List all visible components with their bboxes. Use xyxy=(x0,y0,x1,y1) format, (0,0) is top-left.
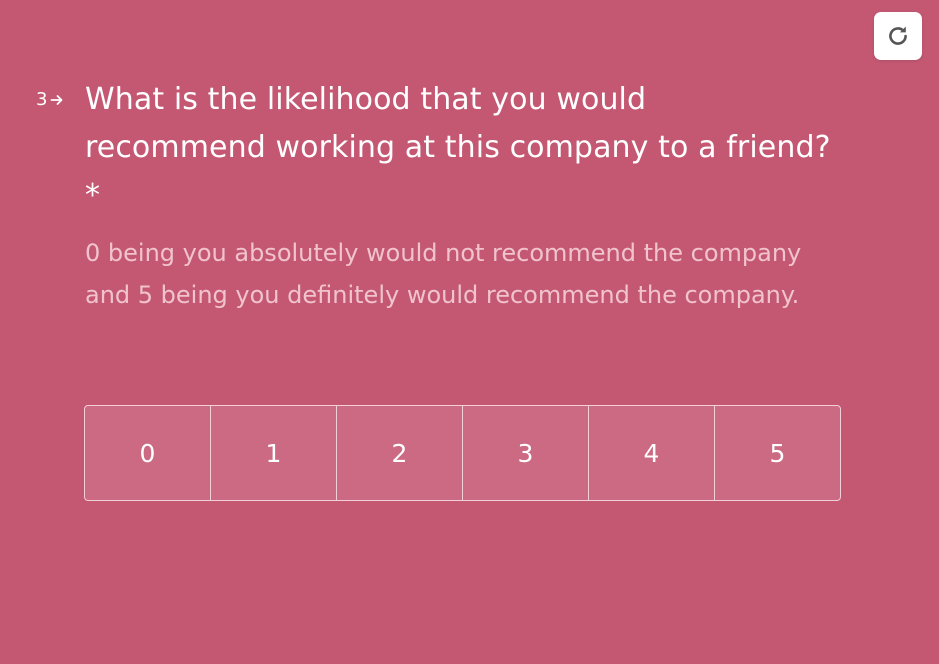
scale-option-2[interactable]: 2 xyxy=(337,406,463,500)
scale-option-4[interactable]: 4 xyxy=(589,406,715,500)
arrow-right-icon xyxy=(50,93,64,107)
scale-option-3[interactable]: 3 xyxy=(463,406,589,500)
scale-option-0[interactable]: 0 xyxy=(85,406,211,500)
question-number: 3 xyxy=(36,89,64,111)
opinion-scale: 0 1 2 3 4 5 xyxy=(84,405,841,501)
reload-icon xyxy=(885,23,911,49)
question-number-label: 3 xyxy=(36,89,48,110)
reload-button[interactable] xyxy=(874,12,922,60)
question-description: 0 being you absolutely would not recomme… xyxy=(85,239,802,309)
question-title: What is the likelihood that you would re… xyxy=(85,82,831,213)
scale-option-1[interactable]: 1 xyxy=(211,406,337,500)
scale-option-5[interactable]: 5 xyxy=(715,406,840,500)
